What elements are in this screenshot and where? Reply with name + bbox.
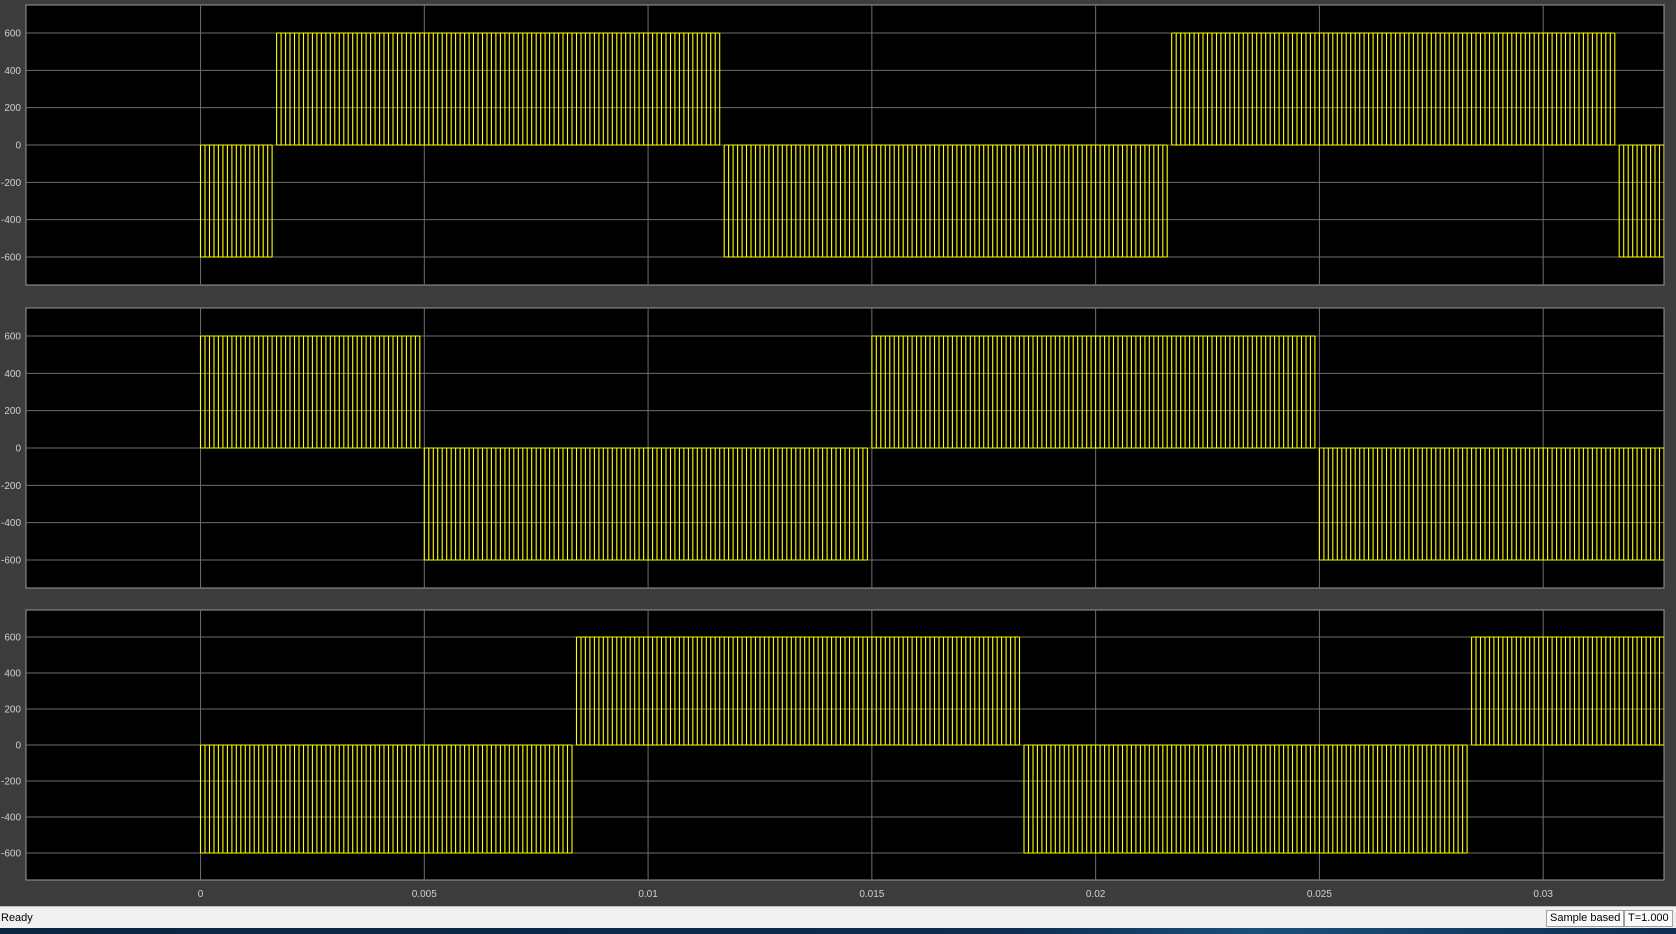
scope-panel-3: 600 400 200 0 -200 -400 -600 0 0.005 0.01 0.015 0.0… [1,609,1665,900]
y-tick-label: -200 [1,481,21,492]
y-tick-label: -400 [1,813,21,824]
scope-figure: 600 400 200 0 -200 -400 -600 600 400 200 0 -200 -400… [0,0,1676,906]
y-tick-label: 0 [15,444,21,455]
y-tick-label: -600 [1,849,21,860]
scope-panel-1: 600 400 200 0 -200 -400 -600 [1,4,1665,286]
y-tick-label: -200 [1,178,21,189]
y-tick-label: 400 [4,369,21,380]
x-tick-label: 0.01 [638,889,658,900]
y-tick-label: 400 [4,669,21,680]
x-tick-label: 0.02 [1086,889,1106,900]
y-tick-label: 0 [15,141,21,152]
y-tick-label: 600 [4,633,21,644]
taskbar-strip [0,928,1676,934]
scope-panel-2: 600 400 200 0 -200 -400 -600 [1,307,1665,589]
y-tick-label: 600 [4,332,21,343]
x-tick-label: 0.005 [412,889,437,900]
status-bar: Ready Sample based T=1.000 [0,906,1676,929]
y-tick-label: 200 [4,705,21,716]
y-tick-label: -400 [1,215,21,226]
y-tick-label: 200 [4,406,21,417]
y-tick-label: -400 [1,518,21,529]
y-tick-label: 600 [4,29,21,40]
status-text: Ready [1,912,33,924]
x-tick-label: 0.015 [859,889,884,900]
y-tick-label: 400 [4,66,21,77]
y-tick-label: 200 [4,103,21,114]
x-tick-label: 0.03 [1533,889,1553,900]
y-tick-label: -200 [1,777,21,788]
x-tick-label: 0.025 [1307,889,1332,900]
scope-plots: 600 400 200 0 -200 -400 -600 600 400 200 0 -200 -400… [1,4,1665,900]
y-tick-label: -600 [1,556,21,567]
y-tick-label: 0 [15,741,21,752]
y-tick-label: -600 [1,253,21,264]
simulation-time-field: T=1.000 [1624,910,1673,927]
sample-mode-field: Sample based [1546,910,1625,927]
x-tick-label: 0 [198,889,204,900]
